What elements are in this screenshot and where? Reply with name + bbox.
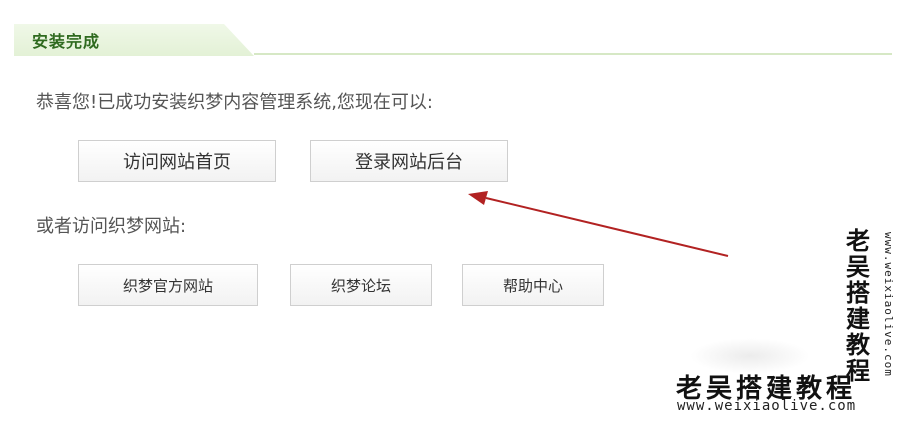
header-divider bbox=[254, 53, 892, 55]
section-title: 安装完成 bbox=[32, 32, 101, 51]
visit-home-button[interactable]: 访问网站首页 bbox=[78, 140, 276, 182]
watermark-vertical-url: www.weixiaolive.com bbox=[882, 232, 895, 377]
forum-button[interactable]: 织梦论坛 bbox=[290, 264, 432, 306]
login-admin-button[interactable]: 登录网站后台 bbox=[310, 140, 508, 182]
section-header: 安装完成 bbox=[14, 20, 892, 56]
watermark-vertical: 老吴搭建教程 bbox=[846, 227, 870, 385]
official-site-button[interactable]: 织梦官方网站 bbox=[78, 264, 258, 306]
watermark-horizontal-url: www.weixiaolive.com bbox=[677, 398, 857, 414]
help-center-button[interactable]: 帮助中心 bbox=[462, 264, 604, 306]
or-visit-message: 或者访问织梦网站: bbox=[36, 216, 187, 237]
congrats-message: 恭喜您!已成功安装织梦内容管理系统,您现在可以: bbox=[36, 92, 433, 113]
